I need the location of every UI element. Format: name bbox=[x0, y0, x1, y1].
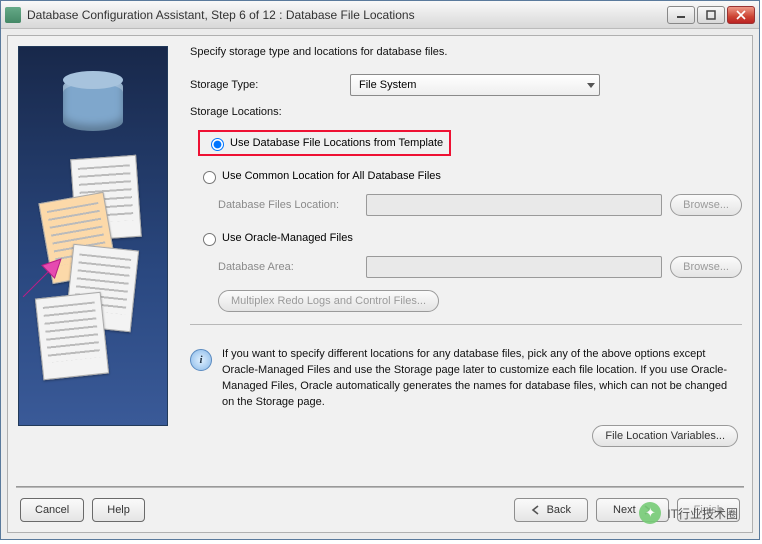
pink-arrow-icon bbox=[21, 257, 63, 299]
back-button[interactable]: Back bbox=[514, 498, 588, 522]
app-icon bbox=[5, 7, 21, 23]
window-controls bbox=[667, 6, 755, 24]
section-separator bbox=[190, 324, 742, 325]
wechat-icon: ✦ bbox=[639, 502, 661, 524]
db-area-label: Database Area: bbox=[218, 261, 358, 273]
radio-use-common-label: Use Common Location for All Database Fil… bbox=[222, 170, 441, 182]
radio-use-template[interactable] bbox=[211, 138, 224, 151]
storage-type-dropdown[interactable]: File System bbox=[350, 74, 600, 96]
info-text: If you want to specify different locatio… bbox=[222, 347, 736, 411]
page-description: Specify storage type and locations for d… bbox=[190, 46, 742, 58]
close-icon bbox=[736, 10, 746, 20]
db-files-location-input bbox=[366, 194, 662, 216]
browse-db-files-button: Browse... bbox=[670, 194, 742, 216]
storage-type-label: Storage Type: bbox=[190, 79, 350, 91]
back-label: Back bbox=[547, 504, 571, 516]
watermark-text: IT行业技术圈 bbox=[667, 505, 738, 522]
database-cylinder-icon bbox=[63, 77, 123, 131]
browse-db-area-button: Browse... bbox=[670, 256, 742, 278]
radio-use-common[interactable] bbox=[203, 171, 216, 184]
radio-use-omf-label: Use Oracle-Managed Files bbox=[222, 232, 353, 244]
radio-use-template-label: Use Database File Locations from Templat… bbox=[230, 137, 443, 149]
info-icon: i bbox=[190, 349, 212, 371]
storage-type-value: File System bbox=[359, 79, 416, 91]
db-area-input bbox=[366, 256, 662, 278]
content-frame: Specify storage type and locations for d… bbox=[7, 35, 753, 533]
sidebar-graphic bbox=[18, 46, 168, 426]
close-button[interactable] bbox=[727, 6, 755, 24]
titlebar: Database Configuration Assistant, Step 6… bbox=[1, 1, 759, 29]
multiplex-button: Multiplex Redo Logs and Control Files... bbox=[218, 290, 439, 312]
next-label: Next bbox=[613, 504, 636, 516]
file-location-variables-button[interactable]: File Location Variables... bbox=[592, 425, 738, 447]
radio-highlight-box: Use Database File Locations from Templat… bbox=[198, 130, 451, 156]
main-area: Specify storage type and locations for d… bbox=[8, 36, 752, 480]
radio-use-omf[interactable] bbox=[203, 233, 216, 246]
maximize-button[interactable] bbox=[697, 6, 725, 24]
form-panel: Specify storage type and locations for d… bbox=[168, 46, 742, 474]
info-box: i If you want to specify different locat… bbox=[190, 347, 742, 411]
maximize-icon bbox=[706, 10, 716, 20]
minimize-icon bbox=[676, 11, 686, 19]
chevron-left-icon bbox=[531, 505, 541, 515]
paper-sheet-icon bbox=[35, 292, 109, 380]
minimize-button[interactable] bbox=[667, 6, 695, 24]
cancel-button[interactable]: Cancel bbox=[20, 498, 84, 522]
storage-locations-label: Storage Locations: bbox=[190, 106, 742, 118]
help-button[interactable]: Help bbox=[92, 498, 145, 522]
db-files-location-label: Database Files Location: bbox=[218, 199, 358, 211]
window-title: Database Configuration Assistant, Step 6… bbox=[27, 8, 667, 22]
chevron-down-icon bbox=[587, 83, 595, 88]
watermark: ✦ IT行业技术圈 bbox=[639, 502, 738, 524]
app-window: Database Configuration Assistant, Step 6… bbox=[0, 0, 760, 540]
